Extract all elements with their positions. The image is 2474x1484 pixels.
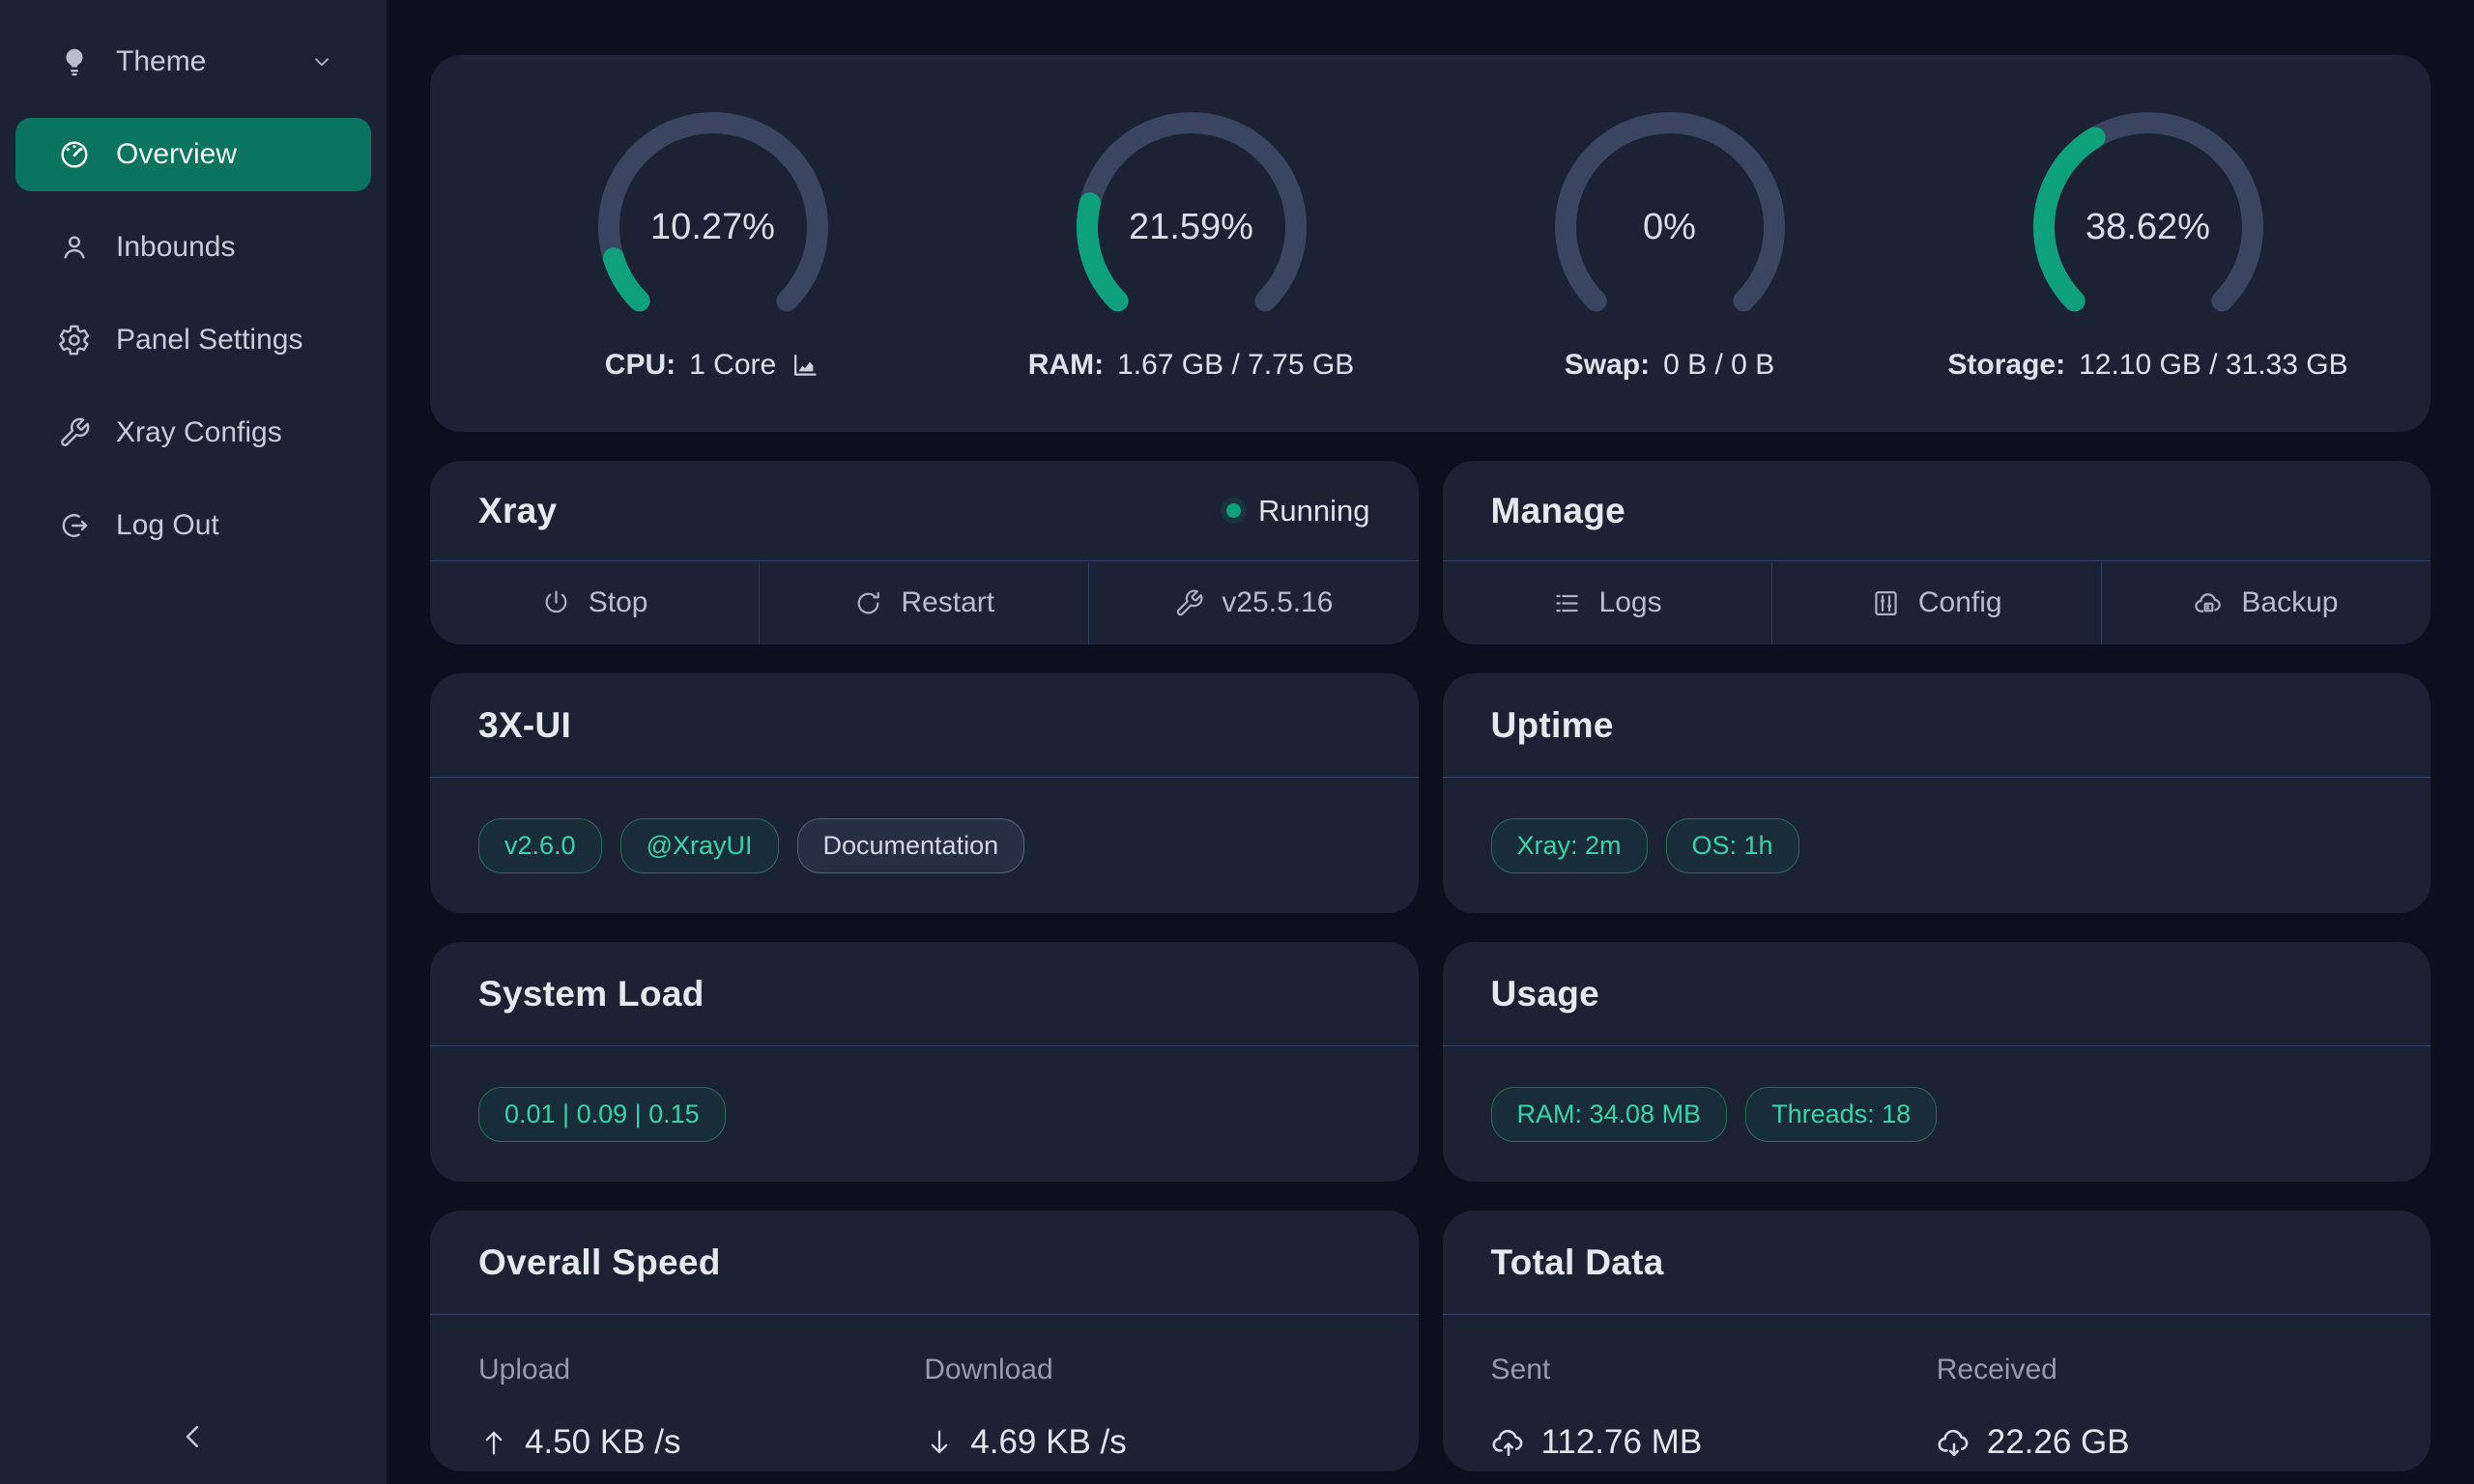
status-label: Running — [1258, 494, 1369, 528]
power-icon — [541, 588, 571, 618]
swap-label: Swap: 0 B / 0 B — [1565, 349, 1774, 382]
sidebar-item-overview[interactable]: Overview — [15, 118, 371, 191]
chevron-left-icon — [176, 1419, 211, 1459]
storage-gauge: 38.62% Storage: 12.10 GB / 31.33 GB — [1909, 101, 2387, 432]
version-tag[interactable]: v2.6.0 — [478, 818, 602, 873]
wrench-icon — [58, 416, 91, 449]
download-column: Download 4.69 KB /s — [924, 1354, 1369, 1471]
sidebar-collapse-button[interactable] — [0, 1419, 387, 1459]
cloud-download-icon — [1937, 1425, 1971, 1460]
logs-button[interactable]: Logs — [1443, 561, 1771, 644]
cloud-upload-icon — [1491, 1425, 1526, 1460]
xray-status: Running — [1226, 494, 1369, 528]
swap-gauge: 0% Swap: 0 B / 0 B — [1430, 101, 1909, 432]
manage-card-title: Manage — [1491, 491, 1626, 531]
status-dot — [1226, 503, 1241, 518]
total-data-title: Total Data — [1491, 1242, 1664, 1283]
sidebar-item-label: Inbounds — [116, 231, 235, 264]
area-chart-icon[interactable] — [790, 350, 820, 381]
sidebar-item-label: Overview — [116, 138, 237, 171]
received-value: 22.26 GB — [1937, 1423, 2382, 1462]
logout-icon — [58, 509, 91, 542]
storage-label: Storage: 12.10 GB / 31.33 GB — [1947, 349, 2347, 382]
overall-speed-card: Overall Speed Upload 4.50 KB /s Download — [430, 1211, 1419, 1471]
sent-label: Sent — [1491, 1354, 1937, 1386]
system-load-card: System Load 0.01 | 0.09 | 0.15 — [430, 942, 1419, 1182]
app-info-card: 3X-UI v2.6.0 @XrayUI Documentation — [430, 673, 1419, 913]
ram-usage-tag: RAM: 34.08 MB — [1491, 1087, 1728, 1142]
download-label: Download — [924, 1354, 1369, 1386]
sidebar-item-label: Xray Configs — [116, 416, 282, 449]
xray-version-button[interactable]: v25.5.16 — [1089, 561, 1418, 644]
sidebar-item-logout[interactable]: Log Out — [15, 489, 371, 562]
stop-button[interactable]: Stop — [430, 561, 759, 644]
upload-value: 4.50 KB /s — [478, 1423, 924, 1462]
load-average-tag: 0.01 | 0.09 | 0.15 — [478, 1087, 726, 1142]
dashboard-gauge-icon — [58, 138, 91, 171]
xray-card: Xray Running Stop Res — [430, 461, 1419, 644]
arrow-up-icon — [478, 1427, 509, 1458]
overall-speed-title: Overall Speed — [478, 1242, 721, 1283]
cloud-server-icon — [2194, 588, 2224, 618]
xray-uptime-tag: Xray: 2m — [1491, 818, 1648, 873]
usage-title: Usage — [1491, 974, 1600, 1014]
received-column: Received 22.26 GB — [1937, 1354, 2382, 1471]
xray-card-title: Xray — [478, 491, 557, 531]
cpu-percent: 10.27% — [588, 207, 839, 248]
telegram-tag[interactable]: @XrayUI — [620, 818, 779, 873]
restart-button[interactable]: Restart — [760, 561, 1088, 644]
download-value: 4.69 KB /s — [924, 1423, 1369, 1462]
usage-card: Usage RAM: 34.08 MB Threads: 18 — [1443, 942, 2431, 1182]
arrow-down-icon — [924, 1427, 955, 1458]
storage-percent: 38.62% — [2023, 207, 2274, 248]
restart-icon — [853, 588, 883, 618]
sent-column: Sent 112.76 MB — [1491, 1354, 1937, 1471]
system-load-title: System Load — [478, 974, 705, 1014]
uptime-title: Uptime — [1491, 705, 1614, 746]
total-data-card: Total Data Sent 112.76 MB — [1443, 1211, 2431, 1471]
user-icon — [58, 231, 91, 264]
lightbulb-icon — [58, 45, 91, 78]
manage-card: Manage Logs — [1443, 461, 2431, 644]
ram-label: RAM: 1.67 GB / 7.75 GB — [1028, 349, 1354, 382]
gear-icon — [58, 324, 91, 357]
sliders-icon — [1871, 588, 1901, 618]
sidebar-item-label: Panel Settings — [116, 324, 302, 357]
wrench-icon — [1174, 588, 1204, 618]
system-gauges-card: 10.27% CPU: 1 Core 21.59% — [430, 55, 2431, 432]
cpu-label: CPU: 1 Core — [605, 349, 820, 382]
sidebar-item-panel-settings[interactable]: Panel Settings — [15, 303, 371, 377]
main-content: 10.27% CPU: 1 Core 21.59% — [387, 0, 2474, 1484]
list-icon — [1552, 588, 1582, 618]
theme-label: Theme — [116, 45, 206, 78]
app-title: 3X-UI — [478, 705, 571, 746]
upload-label: Upload — [478, 1354, 924, 1386]
sidebar: Theme Overview Inbounds — [0, 0, 387, 1484]
backup-button[interactable]: Backup — [2102, 561, 2431, 644]
uptime-card: Uptime Xray: 2m OS: 1h — [1443, 673, 2431, 913]
sent-value: 112.76 MB — [1491, 1423, 1937, 1462]
theme-selector[interactable]: Theme — [15, 25, 371, 99]
swap-percent: 0% — [1544, 207, 1796, 248]
upload-column: Upload 4.50 KB /s — [478, 1354, 924, 1471]
threads-tag: Threads: 18 — [1745, 1087, 1937, 1142]
documentation-tag[interactable]: Documentation — [797, 818, 1025, 873]
cpu-gauge: 10.27% CPU: 1 Core — [474, 101, 952, 432]
chevron-down-icon — [309, 49, 334, 74]
ram-percent: 21.59% — [1066, 207, 1317, 248]
config-button[interactable]: Config — [1772, 561, 2101, 644]
received-label: Received — [1937, 1354, 2382, 1386]
sidebar-item-xray-configs[interactable]: Xray Configs — [15, 396, 371, 470]
os-uptime-tag: OS: 1h — [1666, 818, 1799, 873]
ram-gauge: 21.59% RAM: 1.67 GB / 7.75 GB — [952, 101, 1430, 432]
sidebar-item-label: Log Out — [116, 509, 219, 542]
sidebar-item-inbounds[interactable]: Inbounds — [15, 211, 371, 284]
